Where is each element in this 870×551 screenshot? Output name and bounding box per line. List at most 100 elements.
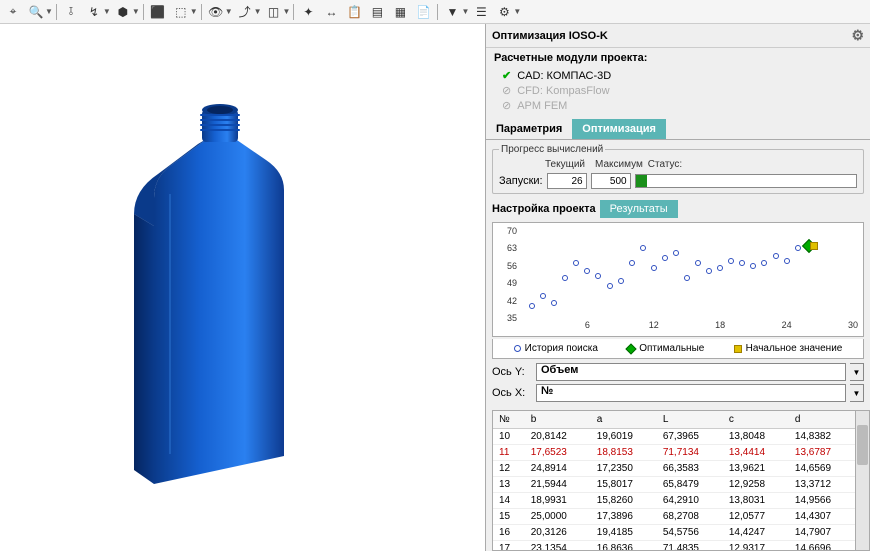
cell: 20,8142 (525, 429, 591, 445)
table-row[interactable]: 1117,652318,815371,713413,441413,6787 (493, 445, 855, 461)
cell: 15 (493, 509, 525, 525)
data-point (761, 260, 767, 266)
maximum-input[interactable] (591, 173, 631, 189)
dropdown-icon[interactable]: ▼ (850, 384, 864, 402)
module-label: APM FEM (517, 100, 567, 112)
col-header[interactable]: № (493, 411, 525, 429)
table-row[interactable]: 1525,000017,389668,270812,057714,4307 (493, 509, 855, 525)
tool-select-icon[interactable]: ◫ (263, 2, 285, 22)
table-row[interactable]: 1620,312619,418554,575614,424714,7907 (493, 525, 855, 541)
data-point (750, 263, 756, 269)
data-point (773, 253, 779, 259)
tool-box-icon[interactable]: ⬛ (147, 2, 169, 22)
tool-origin-icon[interactable]: ⌖ (2, 2, 24, 22)
cell: 21,5944 (525, 477, 591, 493)
tool-swap-icon[interactable]: ↔ (320, 2, 342, 22)
tool-csys-icon[interactable]: ↯ (83, 2, 105, 22)
cell: 67,3965 (657, 429, 723, 445)
axis-y-select[interactable]: Объем (536, 363, 846, 381)
data-point (529, 303, 535, 309)
dropdown-icon[interactable]: ▼ (850, 363, 864, 381)
module-label: CAD: КОМПАС-3D (517, 70, 611, 82)
panel-settings-icon[interactable]: ⚙ (851, 27, 864, 44)
tool-snap-icon[interactable]: ✦ (297, 2, 319, 22)
data-point (573, 260, 579, 266)
tool-sheet-icon[interactable]: ▦ (389, 2, 411, 22)
vertical-scrollbar[interactable] (856, 410, 870, 551)
data-point (607, 283, 613, 289)
col-header[interactable]: c (723, 411, 789, 429)
results-table-scroll[interactable]: №baLcd 1020,814219,601967,396513,804814,… (492, 410, 856, 551)
results-table: №baLcd 1020,814219,601967,396513,804814,… (493, 411, 855, 551)
cell: 20,3126 (525, 525, 591, 541)
col-header[interactable]: a (591, 411, 657, 429)
data-point (584, 268, 590, 274)
cell: 18,9931 (525, 493, 591, 509)
cell: 64,2910 (657, 493, 723, 509)
axis-x-label: Ось X: (492, 387, 532, 399)
tool-boxes-icon[interactable]: ⬚ (170, 2, 192, 22)
current-label: Текущий (545, 159, 585, 170)
x-tick: 12 (649, 320, 659, 330)
col-header[interactable]: b (525, 411, 591, 429)
cell: 14 (493, 493, 525, 509)
data-point (651, 265, 657, 271)
y-tick: 70 (507, 226, 517, 236)
cell: 25,0000 (525, 509, 591, 525)
data-point (629, 260, 635, 266)
main-toolbar: ⌖ 🔍▼ ⫱ ↯▼ ⬢▼ ⬛ ⬚▼ 👁▼ ⤴▼ ◫▼ ✦ ↔ 📋 ▤ ▦ 📄 ▼… (0, 0, 870, 24)
data-point (540, 293, 546, 299)
3d-viewport[interactable] (0, 24, 485, 551)
table-row[interactable]: 1418,993115,826064,291013,803114,9566 (493, 493, 855, 509)
check-icon: ✔ (502, 69, 511, 82)
table-row[interactable]: 1020,814219,601967,396513,804814,8382 (493, 429, 855, 445)
cell: 16,8636 (591, 541, 657, 551)
data-point (673, 250, 679, 256)
tool-axes-icon[interactable]: ⫱ (60, 2, 82, 22)
tab-parametry[interactable]: Параметрия (486, 119, 572, 139)
cell: 23,1354 (525, 541, 591, 551)
tool-zoom-window-icon[interactable]: 🔍 (25, 2, 47, 22)
y-tick: 49 (507, 278, 517, 288)
current-input[interactable] (547, 173, 587, 189)
data-point (717, 265, 723, 271)
table-row[interactable]: 1723,135416,863671,483512,931714,6696 (493, 541, 855, 551)
tab-optimization[interactable]: Оптимизация (572, 119, 666, 139)
cell: 14,4307 (789, 509, 855, 525)
progress-bar (635, 174, 857, 188)
tool-layers-icon[interactable]: ▤ (366, 2, 388, 22)
data-point (728, 258, 734, 264)
col-header[interactable]: L (657, 411, 723, 429)
module-item: ⊘ APM FEM (502, 98, 862, 113)
cell: 71,4835 (657, 541, 723, 551)
data-point (739, 260, 745, 266)
tool-settings-icon[interactable]: ⚙ (493, 2, 515, 22)
table-row[interactable]: 1224,891417,235066,358313,962114,6569 (493, 461, 855, 477)
cell: 17,3896 (591, 509, 657, 525)
module-item: ✔ CAD: КОМПАС-3D (502, 68, 862, 83)
cell: 14,4247 (723, 525, 789, 541)
table-row[interactable]: 1321,594415,801765,847912,925813,3712 (493, 477, 855, 493)
cell: 66,3583 (657, 461, 723, 477)
legend-initial: Начальное значение (746, 343, 843, 354)
cell: 17 (493, 541, 525, 551)
subtab-results[interactable]: Результаты (600, 200, 678, 218)
scroll-thumb[interactable] (857, 425, 868, 465)
cell: 65,8479 (657, 477, 723, 493)
tool-rotate-icon[interactable]: ⤴ (234, 2, 256, 22)
col-header[interactable]: d (789, 411, 855, 429)
tool-visibility-icon[interactable]: 👁 (205, 2, 227, 22)
launches-label: Запуски: (499, 175, 543, 187)
data-point (562, 275, 568, 281)
axis-x-select[interactable]: № (536, 384, 846, 402)
data-point (684, 275, 690, 281)
tool-doc-icon[interactable]: 📄 (412, 2, 434, 22)
tool-filter-icon[interactable]: ▼ (441, 2, 463, 22)
panel-title: Оптимизация IOSO-K (492, 30, 608, 42)
tool-model-icon[interactable]: ⬢ (112, 2, 134, 22)
tool-list-icon[interactable]: ☰ (470, 2, 492, 22)
scatter-chart[interactable]: 354249566370 612182430 (492, 222, 864, 337)
maximum-label: Максимум (595, 159, 635, 170)
tool-paste-icon[interactable]: 📋 (343, 2, 365, 22)
y-tick: 63 (507, 243, 517, 253)
